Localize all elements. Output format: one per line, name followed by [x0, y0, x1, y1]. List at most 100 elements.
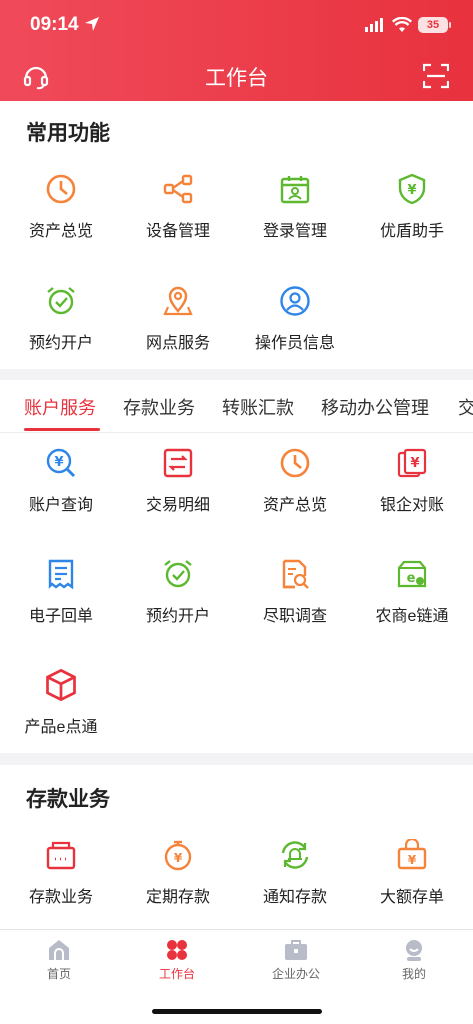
common-item-label: 预约开户 [28, 335, 93, 352]
section-title-common: 常用功能 [26, 122, 110, 145]
status-time: 09:14 [30, 14, 79, 35]
common-item-appointment-account[interactable]: 预约开户 [2, 285, 120, 385]
alarm-clock-icon [47, 287, 75, 315]
timer-yuan-icon: ¥ [164, 840, 192, 871]
location-arrow-icon [85, 17, 99, 31]
nav-bar: 工作台 [0, 50, 473, 100]
service-tabs: 账户服务 存款业务 转账汇款 移动办公管理 交 [0, 380, 473, 433]
document-search-icon [282, 559, 309, 589]
deposit-item-label: 定期存款 [145, 889, 210, 906]
account-item-bank-reconciliation[interactable]: ¥ 银企对账 [353, 447, 471, 547]
common-item-ukey-assistant[interactable]: ¥ 优盾助手 [353, 173, 471, 273]
bottom-tab-home[interactable]: 首页 [0, 938, 118, 982]
tab-account-service[interactable]: 账户服务 [24, 394, 96, 420]
app-header: 09:14 35 工作台 [0, 0, 473, 101]
section-title-deposit: 存款业务 [26, 788, 110, 811]
deposit-item-label: 通知存款 [262, 889, 327, 906]
pie-chart-icon [280, 448, 310, 478]
common-item-label: 资产总览 [28, 223, 93, 240]
account-item-label: 尽职调查 [262, 608, 327, 625]
account-item-due-diligence[interactable]: 尽职调查 [236, 558, 354, 658]
svg-text:¥: ¥ [54, 455, 63, 470]
bottom-tab-label: 我的 [401, 967, 426, 981]
account-item-label: 账户查询 [28, 497, 93, 514]
calendar-user-icon [280, 176, 310, 204]
map-pin-icon [163, 286, 193, 316]
svg-text:¥: ¥ [174, 851, 183, 865]
common-item-device-management[interactable]: 设备管理 [119, 173, 237, 273]
workbench-icon [167, 940, 187, 960]
common-item-branch-service[interactable]: 网点服务 [119, 285, 237, 385]
account-item-appointment-account[interactable]: 预约开户 [119, 558, 237, 658]
svg-text:¥: ¥ [407, 183, 416, 198]
account-item-label: 农商e链通 [375, 608, 449, 625]
deposit-box-icon [46, 841, 76, 870]
wifi-icon [392, 17, 412, 32]
profile-icon [406, 940, 422, 961]
share-nodes-icon [163, 174, 193, 204]
tab-transfer-remittance[interactable]: 转账汇款 [222, 394, 294, 420]
common-item-label: 网点服务 [145, 335, 210, 352]
bottom-tab-label: 首页 [46, 967, 71, 981]
bottom-tab-label: 企业办公 [271, 967, 320, 981]
deposit-item-large-cd[interactable]: ¥ 大额存单 [353, 839, 471, 939]
account-item-account-query[interactable]: ¥ 账户查询 [2, 447, 120, 547]
bell-refresh-icon [281, 841, 309, 869]
deposit-item-label: 大额存单 [379, 889, 444, 906]
cards-yuan-icon: ¥ [397, 448, 427, 478]
bottom-tab-mine[interactable]: 我的 [355, 938, 473, 982]
tab-more[interactable]: 交 [458, 394, 473, 420]
common-item-operator-info[interactable]: 操作员信息 [236, 285, 354, 385]
common-item-login-management[interactable]: 登录管理 [236, 173, 354, 273]
user-circle-icon [280, 286, 310, 316]
alarm-clock-icon [164, 560, 192, 588]
account-item-label: 产品e点通 [24, 719, 98, 736]
account-item-label: 交易明细 [145, 497, 210, 514]
deposit-business-card: 存款业务 存款业务 ¥ 定期存款 通知存款 ¥ 大额存单 [0, 765, 473, 929]
deposit-item-deposit-business[interactable]: 存款业务 [2, 839, 120, 939]
svg-text:e: e [407, 571, 416, 586]
common-item-label: 设备管理 [145, 223, 210, 240]
account-item-label: 电子回单 [28, 608, 93, 625]
svg-text:¥: ¥ [410, 456, 419, 471]
account-item-asset-overview[interactable]: 资产总览 [236, 447, 354, 547]
common-item-label: 登录管理 [262, 223, 327, 240]
account-item-label: 资产总览 [262, 497, 327, 514]
account-item-label: 银企对账 [379, 497, 444, 514]
common-functions-card: 常用功能 资产总览 设备管理 登录管理 ¥ 优盾助手 预约开户 网点服务 操作员… [0, 101, 473, 369]
page-title: 工作台 [205, 67, 268, 90]
tab-mobile-office[interactable]: 移动办公管理 [321, 394, 429, 420]
bottom-tab-label: 工作台 [158, 967, 195, 981]
deposit-item-notice-deposit[interactable]: 通知存款 [236, 839, 354, 939]
bottom-tab-workbench[interactable]: 工作台 [118, 938, 236, 982]
receipt-icon [48, 559, 74, 590]
common-item-label: 优盾助手 [379, 223, 444, 240]
bag-yuan-icon: ¥ [397, 839, 427, 870]
transfer-list-icon [163, 448, 193, 478]
account-item-e-receipt[interactable]: 电子回单 [2, 558, 120, 658]
scan-icon[interactable] [423, 63, 449, 89]
account-item-e-chain[interactable]: e 农商e链通 [353, 558, 471, 658]
battery-cap [449, 22, 451, 28]
search-yuan-icon: ¥ [46, 448, 76, 478]
common-item-asset-overview[interactable]: 资产总览 [2, 173, 120, 273]
briefcase-icon [285, 940, 307, 960]
deposit-item-label: 存款业务 [28, 889, 93, 906]
common-item-label: 操作员信息 [254, 335, 335, 352]
bottom-tab-enterprise-office[interactable]: 企业办公 [237, 938, 355, 982]
pie-chart-icon [46, 174, 76, 204]
svg-text:¥: ¥ [408, 853, 417, 867]
signal-icon [365, 18, 383, 32]
active-tab-indicator [24, 428, 100, 431]
account-item-transaction-detail[interactable]: 交易明细 [119, 447, 237, 547]
deposit-item-fixed-deposit[interactable]: ¥ 定期存款 [119, 839, 237, 939]
battery-indicator: 35 [418, 17, 448, 33]
status-bar: 09:14 35 [0, 0, 473, 48]
account-item-label: 预约开户 [145, 608, 210, 625]
home-indicator [152, 1009, 322, 1014]
cube-icon [46, 668, 76, 702]
tab-deposit-business[interactable]: 存款业务 [123, 394, 195, 420]
account-item-product-e-point[interactable]: 产品e点通 [2, 668, 120, 769]
shield-yuan-icon: ¥ [398, 173, 426, 205]
home-icon [49, 940, 69, 960]
